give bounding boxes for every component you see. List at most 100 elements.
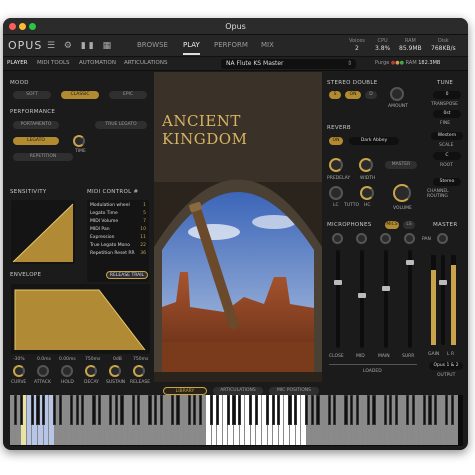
- close-pan-knob[interactable]: [332, 233, 343, 244]
- black-key[interactable]: [344, 395, 348, 425]
- black-key[interactable]: [226, 395, 231, 425]
- sensitivity-curve[interactable]: [11, 200, 75, 264]
- black-key[interactable]: [30, 395, 35, 425]
- midi-cc-row[interactable]: 36 Repetition Reset RR: [90, 251, 146, 256]
- black-key[interactable]: [349, 395, 354, 425]
- black-key[interactable]: [293, 395, 298, 425]
- mid-fader[interactable]: [360, 250, 364, 348]
- portamento-button[interactable]: PORTAMENTO: [13, 121, 59, 129]
- mood-soft-button[interactable]: SOFT: [13, 91, 51, 99]
- black-key[interactable]: [81, 395, 85, 425]
- repetition-button[interactable]: REPETITION: [13, 153, 73, 161]
- black-key[interactable]: [198, 395, 203, 425]
- tab-perform[interactable]: PERFORM: [214, 41, 248, 49]
- envelope-graph[interactable]: [11, 284, 150, 354]
- subtab-automation[interactable]: AUTOMATION: [79, 60, 116, 66]
- transpose-value[interactable]: 0st: [433, 110, 461, 118]
- black-key[interactable]: [383, 395, 387, 425]
- black-key[interactable]: [445, 395, 449, 425]
- black-key[interactable]: [265, 395, 270, 425]
- black-key[interactable]: [69, 395, 74, 425]
- mood-classic-button[interactable]: CLASSIC: [61, 91, 99, 99]
- mid-pan-knob[interactable]: [356, 233, 367, 244]
- black-key[interactable]: [97, 395, 102, 425]
- surr-fader-handle[interactable]: [406, 260, 414, 265]
- black-key[interactable]: [148, 395, 152, 425]
- predelay-knob[interactable]: [329, 158, 343, 172]
- menu-icon[interactable]: ☰ ⚙ ▮▮ ▦: [47, 41, 114, 51]
- black-key[interactable]: [316, 395, 320, 425]
- root-select[interactable]: C: [433, 152, 461, 160]
- black-key[interactable]: [450, 395, 455, 425]
- black-key[interactable]: [193, 395, 197, 425]
- reverb-on-button[interactable]: ON: [329, 137, 343, 145]
- channel-routing-select[interactable]: Stereo: [433, 178, 461, 186]
- master-fader[interactable]: [441, 255, 445, 345]
- subtab-midi-tools[interactable]: MIDI TOOLS: [37, 60, 70, 66]
- tune-value[interactable]: 0: [433, 91, 461, 99]
- black-key[interactable]: [288, 395, 292, 425]
- midi-cc-row[interactable]: 22 True Legato Mono: [90, 243, 146, 248]
- black-key[interactable]: [75, 395, 79, 425]
- release-knob[interactable]: [133, 365, 145, 377]
- main-fader[interactable]: [384, 250, 388, 348]
- tab-play[interactable]: PLAY: [183, 41, 200, 55]
- master-pan-knob[interactable]: [437, 233, 448, 244]
- black-key[interactable]: [433, 395, 438, 425]
- black-key[interactable]: [120, 395, 124, 425]
- black-key[interactable]: [19, 395, 23, 425]
- reverb-preset-select[interactable]: Dark Abbey: [349, 137, 399, 145]
- legato-button[interactable]: LEGATO: [13, 137, 59, 145]
- stereo-s-button[interactable]: S: [329, 91, 341, 99]
- black-key[interactable]: [372, 395, 376, 425]
- width-knob[interactable]: [359, 158, 373, 172]
- subtab-player[interactable]: PLAYER: [7, 60, 28, 66]
- articulations-button[interactable]: ARTICULATIONS: [213, 387, 263, 395]
- black-key[interactable]: [109, 395, 113, 425]
- main-pan-knob[interactable]: [380, 233, 391, 244]
- black-key[interactable]: [176, 395, 180, 425]
- mid-fader-handle[interactable]: [358, 293, 366, 298]
- black-key[interactable]: [232, 395, 236, 425]
- black-key[interactable]: [92, 395, 96, 425]
- black-key[interactable]: [394, 395, 399, 425]
- black-key[interactable]: [355, 395, 359, 425]
- reverb-master-button[interactable]: MASTER: [385, 161, 417, 169]
- output-select[interactable]: Opus 1 & 2: [429, 362, 463, 370]
- instrument-selector[interactable]: NA Flute KS Master ⇕: [221, 59, 356, 69]
- black-key[interactable]: [422, 395, 427, 425]
- master-fader-handle[interactable]: [439, 280, 447, 285]
- hc-knob[interactable]: [360, 186, 374, 200]
- legato-time-knob[interactable]: [73, 135, 85, 147]
- black-key[interactable]: [411, 395, 415, 425]
- lc-knob[interactable]: [329, 186, 343, 200]
- scale-select[interactable]: Western: [431, 132, 463, 140]
- zoom-window-icon[interactable]: [29, 23, 36, 30]
- black-key[interactable]: [277, 395, 281, 425]
- black-key[interactable]: [13, 395, 18, 425]
- black-key[interactable]: [153, 395, 158, 425]
- mics-toggle[interactable]: MICS: [385, 221, 399, 229]
- black-key[interactable]: [187, 395, 191, 425]
- midi-cc-row[interactable]: 10 MIDI Pan: [90, 227, 146, 232]
- purge-button[interactable]: Purge ●●● RAM 182.3MB: [375, 60, 440, 66]
- curve-knob[interactable]: [13, 365, 25, 377]
- reverb-volume-knob[interactable]: [393, 184, 411, 202]
- black-key[interactable]: [131, 395, 135, 425]
- black-key[interactable]: [237, 395, 242, 425]
- black-key[interactable]: [389, 395, 393, 425]
- piano-keyboard[interactable]: [10, 395, 463, 446]
- black-key[interactable]: [137, 395, 141, 425]
- release-trail-button[interactable]: RELEASE TRAIL: [106, 271, 148, 279]
- stereo-d-button[interactable]: D: [365, 91, 377, 99]
- midi-cc-row[interactable]: 11 Expression: [90, 235, 146, 240]
- decay-knob[interactable]: [85, 365, 97, 377]
- black-key[interactable]: [254, 395, 259, 425]
- ls-toggle[interactable]: LS: [403, 221, 415, 229]
- subtab-articulations[interactable]: ARTICULATIONS: [124, 60, 167, 66]
- black-key[interactable]: [305, 395, 309, 425]
- minimize-window-icon[interactable]: [19, 23, 26, 30]
- surr-pan-knob[interactable]: [404, 233, 415, 244]
- black-key[interactable]: [41, 395, 46, 425]
- black-key[interactable]: [310, 395, 315, 425]
